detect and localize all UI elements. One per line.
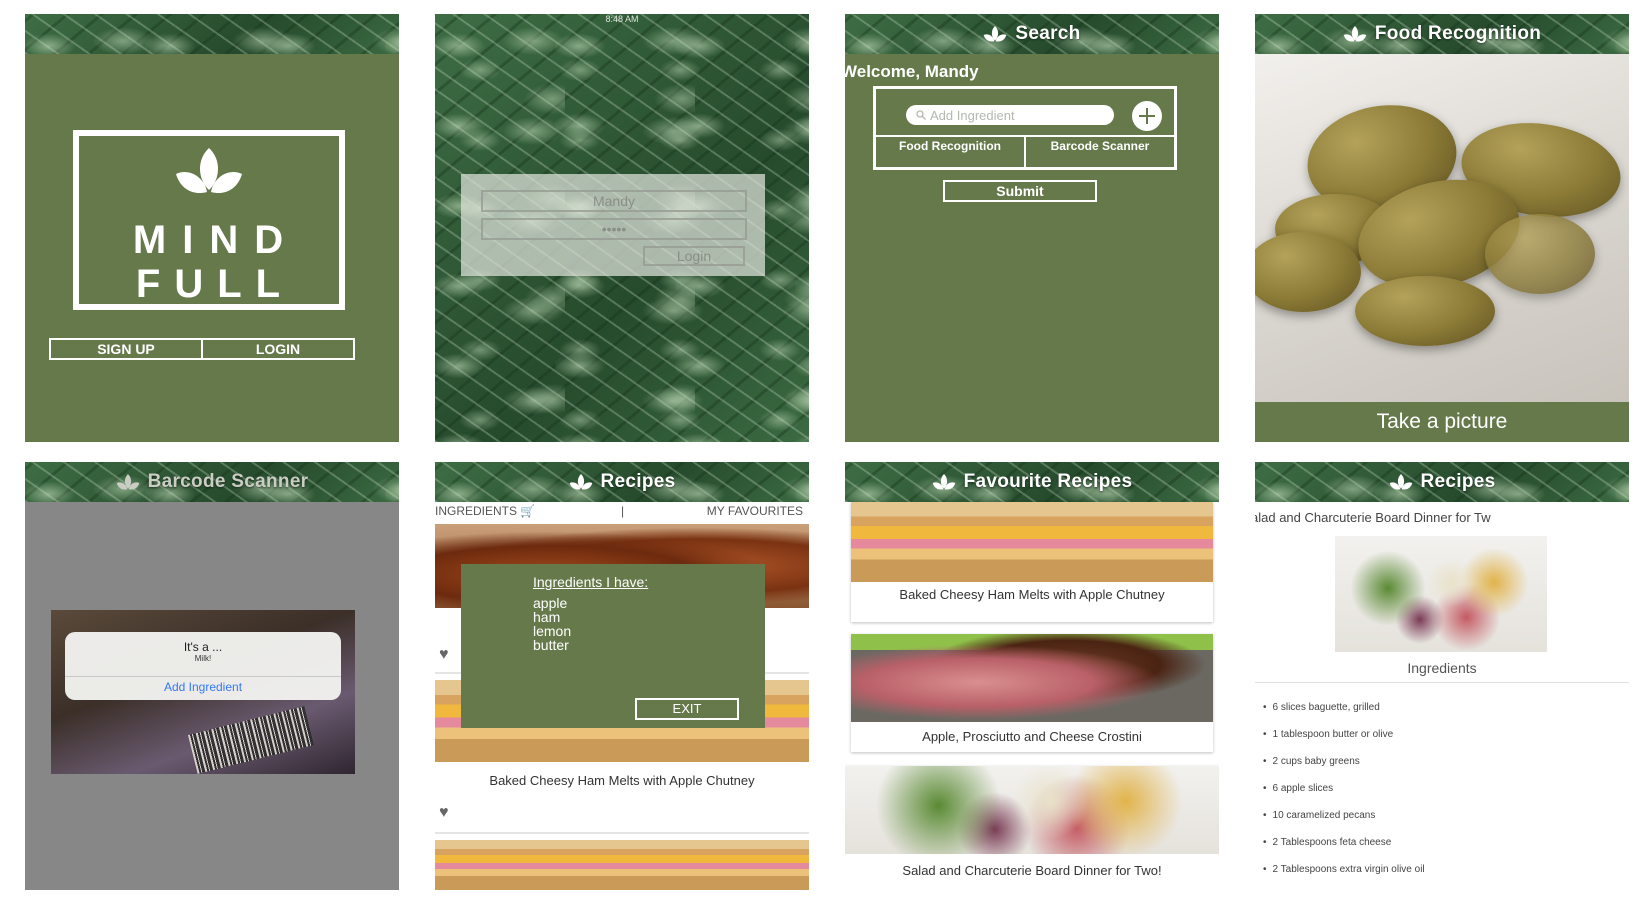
header-title: Favourite Recipes	[963, 471, 1133, 492]
barcode-image	[187, 706, 315, 774]
launch-screen: MIND FULL SIGN UP LOGIN	[25, 14, 399, 442]
barcode-scanner-button[interactable]: Barcode Scanner	[1024, 137, 1174, 167]
add-ingredient-alert-button[interactable]: Add Ingredient	[65, 680, 341, 694]
auth-button-row: SIGN UP LOGIN	[49, 338, 355, 360]
leaf-logo-icon	[116, 474, 139, 490]
ingredients-list: 6 slices baguette, grilled 1 tablespoon …	[1263, 702, 1425, 890]
search-screen: Search Welcome, Mandy Add Ingredient Foo…	[845, 14, 1219, 442]
cart-icon: 🛒	[520, 504, 536, 518]
heart-icon[interactable]: ♥	[439, 646, 449, 664]
favourite-recipes-screen: Favourite Recipes Baked Cheesy Ham Melts…	[845, 462, 1219, 890]
overlay-ingredient: butter	[533, 637, 569, 653]
search-actions: Food Recognition Barcode Scanner	[876, 135, 1174, 167]
recipe-caption: Salad and Charcuterie Board Dinner for T…	[902, 863, 1162, 878]
login-panel: Mandy ••••• Login	[461, 174, 765, 276]
barcode-scanner-screen: Barcode Scanner It's a ... Milk! Add Ing…	[25, 462, 399, 890]
recipe-tabs: INGREDIENTS 🛒 | MY FAVOURITES	[435, 502, 809, 520]
overlay-ingredient: lemon	[533, 623, 572, 639]
overlay-ingredient: apple	[533, 595, 568, 611]
logo-text-line1: MIND	[132, 218, 300, 262]
leaf-header	[25, 14, 399, 54]
alert-title: It's a ...	[183, 640, 223, 654]
recipe-image	[851, 634, 1213, 722]
recipe-card[interactable]: Baked Cheesy Ham Melts with Apple Chutne…	[851, 502, 1213, 622]
tab-separator: |	[621, 504, 625, 518]
tab-ingredients[interactable]: INGREDIENTS 🛒	[435, 504, 535, 518]
recipe-image	[851, 502, 1213, 582]
ingredient-item: 2 cups baby greens	[1263, 756, 1425, 783]
app-header: Search	[845, 14, 1219, 54]
divider	[435, 832, 809, 834]
login-submit-button[interactable]: Login	[643, 246, 745, 266]
ingredient-item: 6 apple slices	[1263, 783, 1425, 810]
ingredient-item: 2 Tablespoons extra virgin olive oil	[1263, 864, 1425, 890]
mindfull-logo: MIND FULL	[73, 130, 345, 310]
exit-button[interactable]: EXIT	[635, 698, 739, 720]
ingredient-search-input[interactable]: Add Ingredient	[906, 105, 1114, 125]
leaf-logo-icon	[176, 148, 242, 194]
divider	[1255, 682, 1629, 683]
leaf-logo-icon	[1389, 474, 1412, 490]
ingredient-item: 2 Tablespoons feta cheese	[1263, 837, 1425, 864]
password-field[interactable]: •••••	[481, 218, 747, 240]
heart-icon[interactable]: ♥	[439, 804, 449, 822]
overlay-ingredient-list: apple ham lemon butter	[533, 596, 571, 652]
scan-result-alert: It's a ... Milk! Add Ingredient	[65, 632, 341, 700]
header-title: Search	[1015, 23, 1081, 44]
submit-button[interactable]: Submit	[943, 180, 1097, 202]
recipes-screen: Recipes INGREDIENTS 🛒 | MY FAVOURITES ♥ …	[435, 462, 809, 890]
food-recognition-screen: Food Recognition Take a picture	[1255, 14, 1629, 442]
search-placeholder: Add Ingredient	[930, 107, 1015, 123]
ingredient-item: 10 caramelized pecans	[1263, 810, 1425, 837]
username-field[interactable]: Mandy	[481, 190, 747, 212]
signup-button[interactable]: SIGN UP	[49, 338, 203, 360]
ingredient-item: 1 tablespoon butter or olive	[1263, 729, 1425, 756]
ingredient-item: 6 slices baguette, grilled	[1263, 702, 1425, 729]
recipe-detail-screen: Recipes alad and Charcuterie Board Dinne…	[1255, 462, 1629, 890]
login-screen: 8:48 AM Mandy ••••• Login	[435, 14, 809, 442]
ingredients-heading: Ingredients	[1407, 660, 1477, 676]
logo-text-line2: FULL	[135, 262, 295, 306]
recipe-caption[interactable]: Baked Cheesy Ham Melts with Apple Chutne…	[435, 774, 809, 787]
leaf-logo-icon	[569, 474, 592, 490]
add-ingredient-plus-icon[interactable]	[1132, 101, 1162, 131]
app-header: Recipes	[435, 462, 809, 502]
leaf-logo-icon	[1343, 26, 1367, 42]
ingredients-overlay: Ingredients I have: apple ham lemon butt…	[461, 564, 765, 728]
header-title: Recipes	[1420, 471, 1496, 492]
recipe-card[interactable]: Apple, Prosciutto and Cheese Crostini	[851, 634, 1213, 752]
header-title: Food Recognition	[1374, 23, 1542, 44]
take-picture-button[interactable]: Take a picture	[1255, 402, 1629, 442]
status-bar-time: 8:48 AM	[605, 14, 639, 24]
header-title: Barcode Scanner	[147, 471, 309, 492]
app-header: Favourite Recipes	[845, 462, 1219, 502]
leaf-logo-icon	[932, 474, 955, 490]
recipe-image[interactable]	[435, 840, 809, 890]
recipe-image	[1335, 536, 1547, 652]
kiwi-photo	[1255, 54, 1629, 402]
leaf-logo-icon	[984, 26, 1007, 42]
recipe-caption: Apple, Prosciutto and Cheese Crostini	[922, 729, 1142, 744]
app-header: Food Recognition	[1255, 14, 1629, 54]
recipe-title: alad and Charcuterie Board Dinner for Tw	[1255, 510, 1491, 525]
welcome-text: Welcome, Mandy	[845, 62, 979, 81]
alert-divider	[65, 676, 341, 677]
recipe-image	[845, 766, 1219, 854]
recipe-caption: Baked Cheesy Ham Melts with Apple Chutne…	[899, 587, 1165, 602]
search-icon	[916, 110, 926, 120]
app-header: Recipes	[1255, 462, 1629, 502]
login-button[interactable]: LOGIN	[203, 338, 355, 360]
header-title: Recipes	[600, 471, 676, 492]
recipe-card[interactable]: Salad and Charcuterie Board Dinner for T…	[845, 766, 1219, 890]
food-recognition-button[interactable]: Food Recognition	[876, 137, 1024, 167]
alert-message: Milk!	[194, 654, 212, 663]
ingredient-search-box: Add Ingredient Food Recognition Barcode …	[873, 86, 1177, 170]
app-header: Barcode Scanner	[25, 462, 399, 502]
overlay-title: Ingredients I have:	[533, 574, 649, 590]
tab-ingredients-label: INGREDIENTS	[435, 504, 518, 518]
overlay-ingredient: ham	[533, 609, 561, 625]
tab-my-favourites[interactable]: MY FAVOURITES	[707, 504, 803, 518]
